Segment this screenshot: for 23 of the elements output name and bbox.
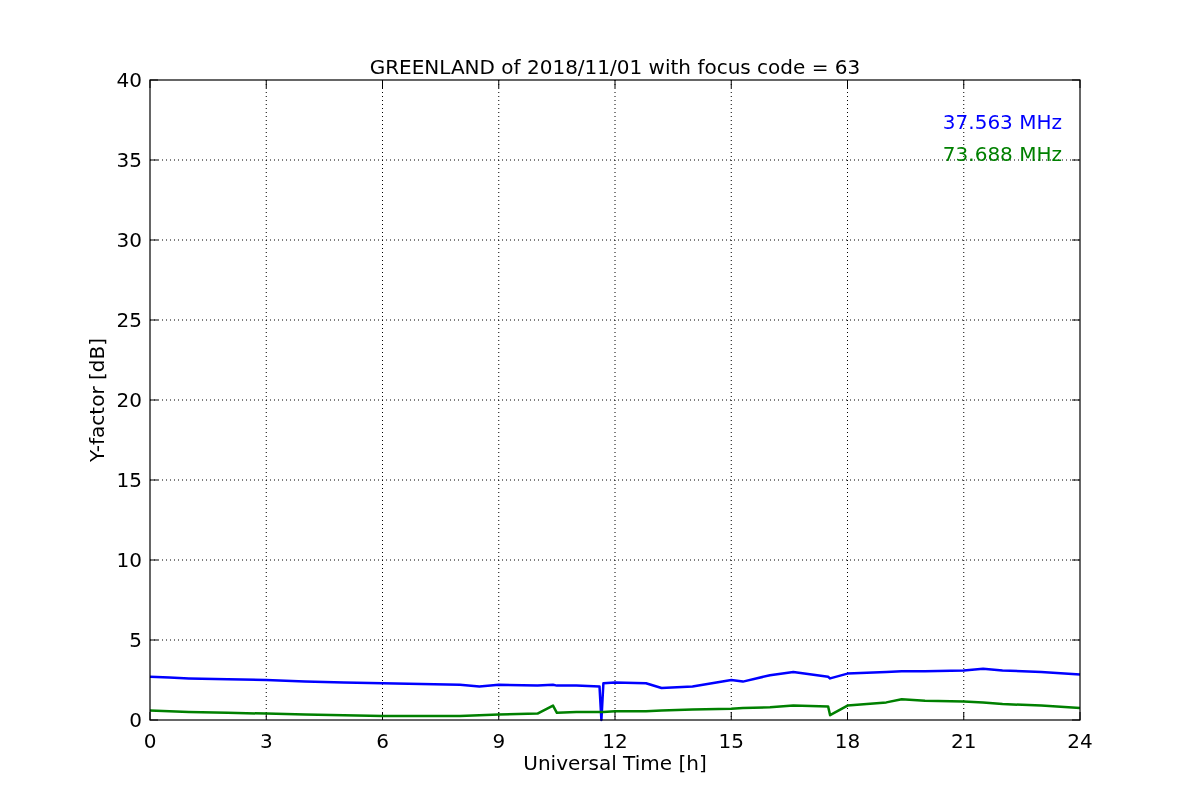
y-axis-label: Y-factor [dB] [85,338,109,462]
tick-label: 20 [116,388,142,412]
tick-label: 24 [1067,729,1093,753]
chart-title: GREENLAND of 2018/11/01 with focus code = 63 [369,55,861,79]
legend-label: 37.563 MHz [942,110,1062,134]
tick-label: 0 [129,708,142,732]
tick-label: 15 [116,468,142,492]
tick-label: 9 [492,729,506,753]
tick-label: 12 [602,729,628,753]
tick-label: 18 [834,729,861,753]
x-axis-label: Universal Time [h] [523,751,707,775]
legend-label: 73.688 MHz [942,142,1062,166]
tick-label: 15 [718,729,744,753]
tick-label: 6 [376,729,389,753]
tick-label: 21 [951,729,977,753]
tick-label: 40 [116,68,142,92]
tick-label: 3 [259,729,273,753]
tick-label: 30 [116,228,142,252]
tick-label: 25 [116,308,142,332]
tick-label: 5 [129,628,142,652]
tick-label: 0 [143,729,157,753]
tick-label: 10 [116,548,142,572]
tick-label: 35 [116,148,142,172]
